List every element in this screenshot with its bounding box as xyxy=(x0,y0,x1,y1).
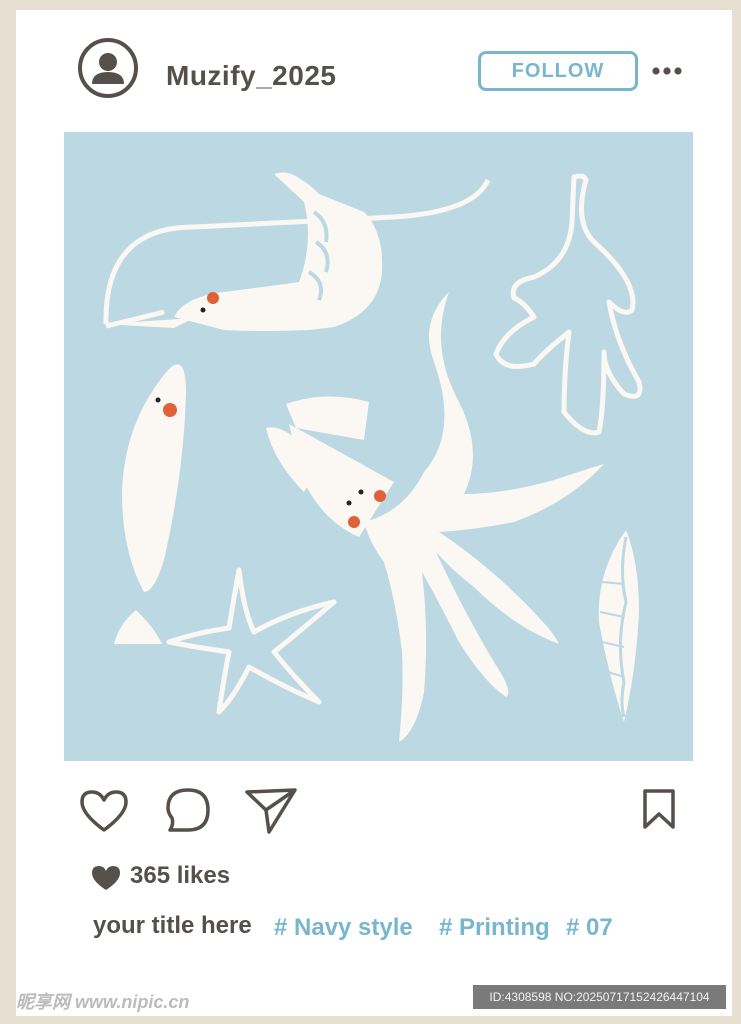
sea-creatures-illustration xyxy=(103,172,643,742)
shrimp-illustration xyxy=(103,172,491,331)
paper-plane-icon[interactable] xyxy=(244,786,298,836)
seaweed-illustration xyxy=(493,173,643,436)
likes-count[interactable]: 365 likes xyxy=(130,862,230,890)
user-avatar-icon[interactable] xyxy=(78,38,138,98)
follow-button[interactable]: FOLLOW xyxy=(478,51,638,91)
username[interactable]: Muzify_2025 xyxy=(166,60,336,92)
watermark-logo: 昵享网 www.nipic.cn xyxy=(16,992,190,1012)
comment-bubble-icon[interactable] xyxy=(164,786,212,834)
starfish-illustration xyxy=(166,567,337,715)
watermark-id: ID:4308598 NO:20250717152426447104 xyxy=(473,985,726,1009)
hashtag-link[interactable]: # 07 xyxy=(566,914,613,942)
squid-illustration xyxy=(266,292,604,742)
heart-filled-icon xyxy=(92,866,120,890)
shell-illustration xyxy=(598,530,639,722)
bookmark-icon[interactable] xyxy=(641,788,677,830)
hashtag-link[interactable]: # Printing xyxy=(439,914,550,942)
post-image[interactable] xyxy=(64,132,693,761)
post-card: Muzify_2025 FOLLOW 365 likes your title … xyxy=(16,10,732,1016)
post-caption: your title here xyxy=(93,912,252,939)
heart-outline-icon[interactable] xyxy=(78,788,130,834)
more-dots-icon[interactable] xyxy=(652,66,682,76)
fish-illustration xyxy=(114,364,186,644)
hashtag-link[interactable]: # Navy style xyxy=(274,914,413,942)
